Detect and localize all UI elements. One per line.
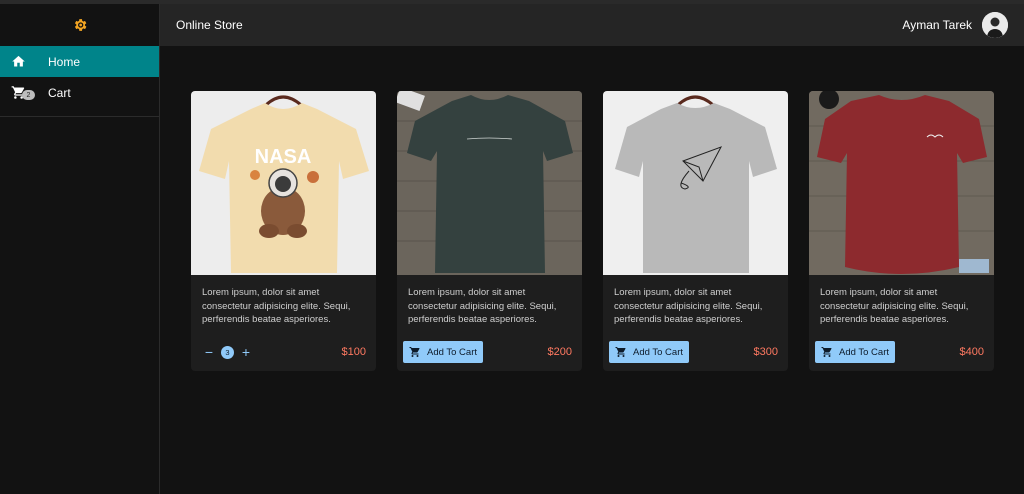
product-actions: Add To Cart $200 — [397, 341, 582, 363]
add-to-cart-button[interactable]: Add To Cart — [403, 341, 483, 363]
add-to-cart-label: Add To Cart — [427, 346, 477, 358]
increase-quantity-button[interactable]: + — [240, 345, 252, 359]
sidebar: Home 2 Cart — [0, 4, 160, 494]
sidebar-divider — [0, 116, 159, 117]
product-actions: Add To Cart $400 — [809, 341, 994, 363]
user-menu[interactable]: Ayman Tarek — [902, 12, 1008, 38]
product-image — [603, 91, 788, 275]
product-image — [809, 91, 994, 275]
cart-icon: 2 — [0, 85, 48, 100]
product-description: Lorem ipsum, dolor sit amet consectetur … — [202, 287, 351, 325]
home-icon — [0, 54, 48, 69]
product-price: $200 — [547, 346, 572, 358]
app-bar: Online Store Ayman Tarek — [160, 4, 1024, 46]
add-to-cart-label: Add To Cart — [633, 346, 683, 358]
gear-logo-icon — [74, 19, 86, 31]
user-name: Ayman Tarek — [902, 18, 972, 32]
main-content: NASA Lorem ipsum, dolor sit amet consect… — [160, 46, 1024, 494]
quantity-stepper: − 3 + — [197, 345, 252, 359]
sidebar-item-label: Cart — [48, 85, 71, 100]
decrease-quantity-button[interactable]: − — [203, 345, 215, 359]
product-price: $300 — [753, 346, 778, 358]
product-card: NASA Lorem ipsum, dolor sit amet consect… — [191, 91, 376, 371]
nasa-print-text: NASA — [255, 146, 312, 168]
cart-icon — [821, 347, 832, 357]
product-image — [397, 91, 582, 275]
quantity-value: 3 — [221, 345, 234, 359]
sidebar-item-cart[interactable]: 2 Cart — [0, 77, 159, 108]
add-to-cart-button[interactable]: Add To Cart — [815, 341, 895, 363]
product-image: NASA — [191, 91, 376, 275]
product-card: Lorem ipsum, dolor sit amet consectetur … — [809, 91, 994, 371]
product-actions: − 3 + $100 — [191, 341, 376, 363]
product-description: Lorem ipsum, dolor sit amet consectetur … — [408, 287, 557, 325]
product-card: Lorem ipsum, dolor sit amet consectetur … — [603, 91, 788, 371]
product-card: Lorem ipsum, dolor sit amet consectetur … — [397, 91, 582, 371]
app-title: Online Store — [176, 18, 243, 32]
add-to-cart-label: Add To Cart — [839, 346, 889, 358]
product-description: Lorem ipsum, dolor sit amet consectetur … — [614, 287, 763, 325]
logo — [0, 4, 159, 46]
product-actions: Add To Cart $300 — [603, 341, 788, 363]
add-to-cart-button[interactable]: Add To Cart — [609, 341, 689, 363]
cart-icon — [615, 347, 626, 357]
product-price: $100 — [341, 346, 366, 358]
sidebar-item-home[interactable]: Home — [0, 46, 159, 77]
cart-icon — [409, 347, 420, 357]
cart-count-badge: 2 — [22, 90, 35, 100]
sidebar-item-label: Home — [48, 54, 81, 69]
avatar[interactable] — [982, 12, 1008, 38]
product-description: Lorem ipsum, dolor sit amet consectetur … — [820, 287, 969, 325]
product-price: $400 — [959, 346, 984, 358]
